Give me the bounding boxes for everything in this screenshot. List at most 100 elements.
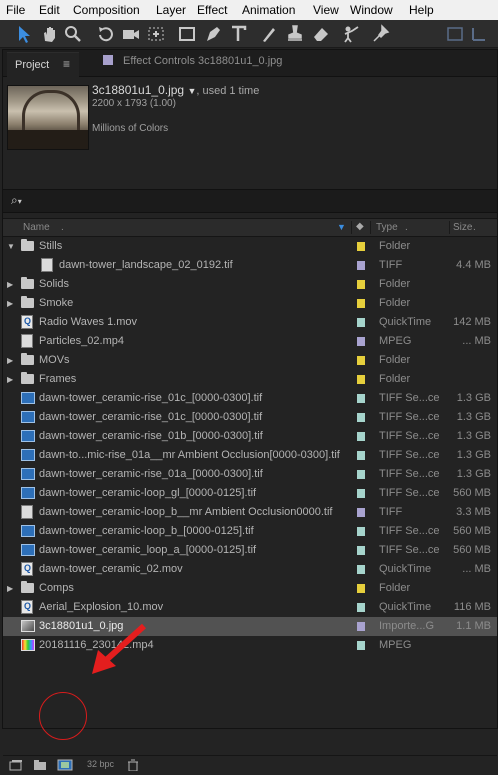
list-item[interactable]: Particles_02.mp4 MPEG ... MB — [3, 332, 497, 351]
bit-depth-toggle[interactable]: 32 bpc — [87, 759, 114, 769]
new-folder-icon[interactable] — [33, 759, 47, 771]
label-color-swatch[interactable] — [357, 413, 365, 422]
workspace-icon[interactable] — [444, 23, 466, 45]
list-item[interactable]: 3c18801u1_0.jpg Importe...G 1.1 MB — [3, 617, 497, 636]
list-item[interactable]: dawn-tower_ceramic-rise_01b_[0000-0300].… — [3, 427, 497, 446]
label-color-swatch[interactable] — [357, 318, 365, 327]
list-item[interactable]: ▶ Solids Folder — [3, 275, 497, 294]
list-item[interactable]: dawn-tower_ceramic-loop_b_[0000-0125].ti… — [3, 522, 497, 541]
puppet-pin-tool-icon[interactable] — [370, 23, 392, 45]
menu-animation[interactable]: Animation — [242, 3, 295, 17]
label-color-swatch[interactable] — [357, 641, 365, 650]
label-color-swatch[interactable] — [357, 584, 365, 593]
label-color-swatch[interactable] — [357, 451, 365, 460]
list-item[interactable]: dawn-tower_ceramic-loop_b__mr Ambient Oc… — [3, 503, 497, 522]
expand-triangle-icon[interactable]: ▶ — [7, 356, 13, 365]
expand-triangle-icon[interactable]: ▶ — [7, 280, 13, 289]
folder-icon — [21, 581, 34, 593]
label-color-swatch[interactable] — [357, 394, 365, 403]
video-file-icon — [21, 639, 35, 651]
zoom-tool-icon[interactable] — [62, 23, 84, 45]
label-color-swatch[interactable] — [357, 546, 365, 555]
list-item[interactable]: ▶ MOVs Folder — [3, 351, 497, 370]
label-color-swatch[interactable] — [357, 508, 365, 517]
list-item[interactable]: dawn-tower_ceramic-rise_01c_[0000-0300].… — [3, 408, 497, 427]
pan-behind-tool-icon[interactable] — [145, 23, 167, 45]
item-name: dawn-tower_ceramic-loop_b__mr Ambient Oc… — [39, 506, 333, 518]
list-item[interactable]: Aerial_Explosion_10.mov QuickTime 116 MB — [3, 598, 497, 617]
column-header: Name . ▼ ◆ Type . Size . — [3, 218, 497, 237]
expand-triangle-icon[interactable]: ▶ — [7, 375, 13, 384]
brush-tool-icon[interactable] — [258, 23, 280, 45]
label-color-swatch[interactable] — [357, 242, 365, 251]
image-sequence-icon — [21, 411, 35, 423]
list-item[interactable]: dawn-to...mic-rise_01a__mr Ambient Occlu… — [3, 446, 497, 465]
label-color-swatch[interactable] — [357, 261, 365, 270]
pen-tool-icon[interactable] — [202, 23, 224, 45]
interpret-footage-icon[interactable] — [9, 759, 23, 771]
label-tag-icon[interactable]: ◆ — [356, 221, 364, 232]
item-size: ... MB — [462, 335, 491, 347]
list-item[interactable]: ▶ Comps Folder — [3, 579, 497, 598]
menu-view[interactable]: View — [313, 3, 339, 17]
expand-triangle-icon[interactable]: ▶ — [7, 584, 13, 593]
menu-composition[interactable]: Composition — [73, 3, 140, 17]
menu-effect[interactable]: Effect — [197, 3, 227, 17]
label-color-swatch[interactable] — [357, 527, 365, 536]
column-type[interactable]: Type — [376, 222, 398, 233]
list-item[interactable]: ▼ Stills Folder — [3, 237, 497, 256]
list-item[interactable]: dawn-tower_landscape_02_0192.tif TIFF 4.4 … — [3, 256, 497, 275]
list-item[interactable]: dawn-tower_ceramic-rise_01a_[0000-0300].… — [3, 465, 497, 484]
label-color-swatch[interactable] — [357, 603, 365, 612]
item-type: Folder — [379, 582, 411, 594]
label-color-swatch[interactable] — [357, 489, 365, 498]
label-color-swatch[interactable] — [357, 356, 365, 365]
tab-effect-controls[interactable]: Effect Controls 3c18801u1_0.jpg — [103, 55, 282, 67]
label-color-swatch[interactable] — [357, 622, 365, 631]
collapse-triangle-icon[interactable]: ▼ — [7, 242, 15, 251]
sort-arrow-icon[interactable]: ▼ — [337, 222, 346, 232]
roto-brush-tool-icon[interactable] — [340, 23, 362, 45]
item-name: Particles_02.mp4 — [39, 335, 124, 347]
expand-triangle-icon[interactable]: ▶ — [7, 299, 13, 308]
file-icon — [41, 258, 53, 272]
tab-project[interactable]: Project ≡ — [7, 52, 79, 77]
list-item[interactable]: ▶ Smoke Folder — [3, 294, 497, 313]
selection-tool-icon[interactable] — [12, 23, 34, 45]
rotate-tool-icon[interactable] — [94, 23, 116, 45]
label-color-swatch[interactable] — [357, 299, 365, 308]
label-color-swatch[interactable] — [357, 280, 365, 289]
rectangle-tool-icon[interactable] — [176, 23, 198, 45]
type-tool-icon[interactable] — [228, 23, 250, 45]
clone-stamp-tool-icon[interactable] — [284, 23, 306, 45]
panel-menu-icon[interactable]: ≡ — [63, 57, 70, 71]
menu-window[interactable]: Window — [350, 3, 393, 17]
list-item[interactable]: ▶ Frames Folder — [3, 370, 497, 389]
axis-mode-icon[interactable] — [468, 23, 490, 45]
list-item[interactable]: 20181116_230142.mp4 MPEG — [3, 636, 497, 655]
list-item[interactable]: dawn-tower_ceramic-rise_01c_[0000-0300].… — [3, 389, 497, 408]
menu-edit[interactable]: Edit — [39, 3, 60, 17]
menu-file[interactable]: File — [6, 3, 25, 17]
item-type: TIFF Se...ce — [379, 449, 440, 461]
label-color-swatch[interactable] — [357, 470, 365, 479]
item-size: 142 MB — [453, 316, 491, 328]
delete-trash-icon[interactable] — [127, 759, 139, 771]
label-color-swatch[interactable] — [357, 375, 365, 384]
label-color-swatch[interactable] — [357, 565, 365, 574]
column-name[interactable]: Name — [23, 222, 50, 233]
camera-tool-icon[interactable] — [120, 23, 142, 45]
list-item[interactable]: dawn-tower_ceramic_loop_a_[0000-0125].ti… — [3, 541, 497, 560]
list-item[interactable]: dawn-tower_ceramic_02.mov QuickTime ... MB — [3, 560, 497, 579]
eraser-tool-icon[interactable] — [310, 23, 332, 45]
menu-help[interactable]: Help — [409, 3, 434, 17]
column-size[interactable]: Size — [453, 222, 472, 233]
label-color-swatch[interactable] — [357, 432, 365, 441]
menu-layer[interactable]: Layer — [156, 3, 186, 17]
hand-tool-icon[interactable] — [38, 23, 60, 45]
search-input[interactable]: ⌕▾ — [3, 189, 497, 213]
list-item[interactable]: dawn-tower_ceramic-loop_gl_[0000-0125].t… — [3, 484, 497, 503]
label-color-swatch[interactable] — [357, 337, 365, 346]
list-item[interactable]: Radio Waves 1.mov QuickTime 142 MB — [3, 313, 497, 332]
new-composition-icon[interactable] — [57, 759, 73, 771]
